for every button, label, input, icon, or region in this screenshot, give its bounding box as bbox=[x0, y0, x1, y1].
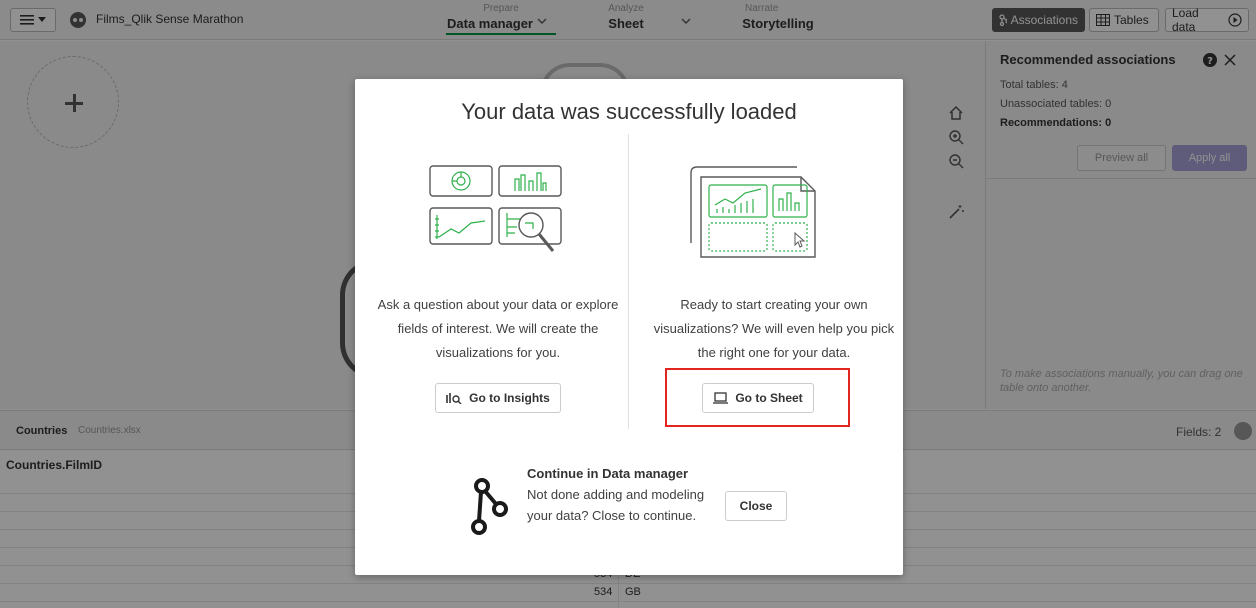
go-to-insights-button[interactable]: Go to Insights bbox=[435, 383, 561, 413]
insights-icon bbox=[446, 393, 462, 404]
continue-description: Not done adding and modeling your data? … bbox=[527, 487, 705, 523]
sheet-description: Ready to start creating your own visuali… bbox=[653, 297, 895, 360]
sheet-illustration-icon bbox=[690, 166, 816, 258]
go-to-sheet-button[interactable]: Go to Sheet bbox=[702, 383, 814, 413]
continue-title: Continue in Data manager bbox=[527, 466, 689, 481]
sheet-icon bbox=[713, 392, 729, 404]
go-to-sheet-label: Go to Sheet bbox=[735, 391, 803, 405]
insights-illustration-icon bbox=[429, 165, 562, 252]
dialog-divider bbox=[628, 134, 629, 429]
go-to-insights-label: Go to Insights bbox=[469, 391, 550, 405]
insights-description: Ask a question about your data or explor… bbox=[377, 297, 619, 360]
data-manager-icon bbox=[471, 478, 508, 535]
dialog-title: Your data was successfully loaded bbox=[461, 99, 797, 124]
data-loaded-dialog: Your data was successfully loaded Ask a … bbox=[355, 79, 903, 575]
close-button[interactable]: Close bbox=[725, 491, 787, 521]
